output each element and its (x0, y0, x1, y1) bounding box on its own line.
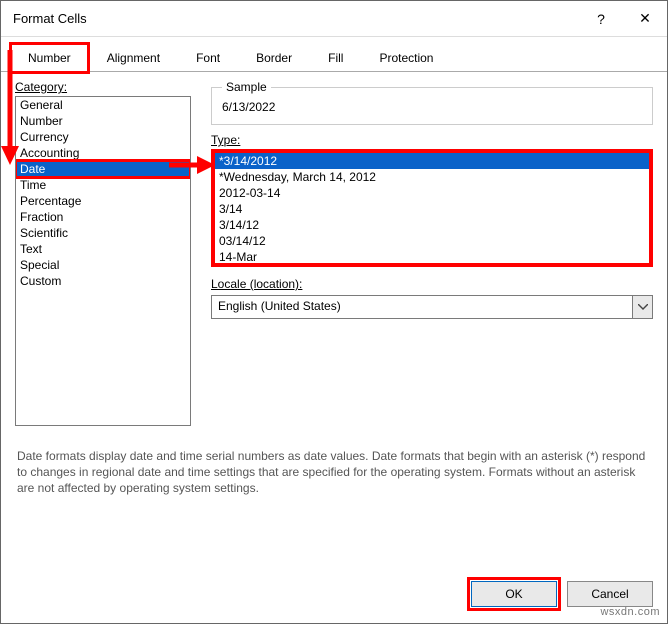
tab-protection[interactable]: Protection (362, 44, 450, 72)
titlebar: Format Cells ? ✕ (1, 1, 667, 37)
category-item-number[interactable]: Number (16, 113, 190, 129)
type-item[interactable]: 14-Mar (215, 249, 649, 265)
category-item-general[interactable]: General (16, 97, 190, 113)
sample-value: 6/13/2022 (222, 100, 642, 114)
settings-panel: Sample 6/13/2022 Type: *3/14/2012 *Wedne… (211, 80, 653, 426)
category-item-custom[interactable]: Custom (16, 273, 190, 289)
format-description: Date formats display date and time seria… (15, 444, 653, 497)
category-item-accounting[interactable]: Accounting (16, 145, 190, 161)
category-item-percentage[interactable]: Percentage (16, 193, 190, 209)
sample-box: Sample 6/13/2022 (211, 80, 653, 125)
tab-number[interactable]: Number (11, 44, 88, 72)
chevron-down-icon[interactable] (632, 296, 652, 318)
type-item[interactable]: *3/14/2012 (215, 153, 649, 169)
help-icon: ? (597, 11, 605, 27)
tab-strip: Number Alignment Font Border Fill Protec… (1, 37, 667, 72)
category-item-time[interactable]: Time (16, 177, 190, 193)
ok-button[interactable]: OK (471, 581, 557, 607)
category-item-special[interactable]: Special (16, 257, 190, 273)
format-cells-dialog: Format Cells ? ✕ Number Alignment Font B… (0, 0, 668, 624)
help-button[interactable]: ? (579, 1, 623, 37)
tab-alignment[interactable]: Alignment (90, 44, 177, 72)
category-item-scientific[interactable]: Scientific (16, 225, 190, 241)
locale-label: Locale (location): (211, 277, 653, 291)
type-item[interactable]: 03/14/12 (215, 233, 649, 249)
category-item-date[interactable]: Date (16, 161, 190, 177)
tab-border[interactable]: Border (239, 44, 309, 72)
tab-fill[interactable]: Fill (311, 44, 360, 72)
category-listbox[interactable]: General Number Currency Accounting Date … (15, 96, 191, 426)
type-listbox[interactable]: *3/14/2012 *Wednesday, March 14, 2012 20… (211, 149, 653, 267)
close-button[interactable]: ✕ (623, 1, 667, 37)
category-item-currency[interactable]: Currency (16, 129, 190, 145)
type-item[interactable]: 3/14 (215, 201, 649, 217)
tab-font[interactable]: Font (179, 44, 237, 72)
cancel-button[interactable]: Cancel (567, 581, 653, 607)
tab-content: Category: General Number Currency Accoun… (1, 72, 667, 623)
dialog-title: Format Cells (13, 11, 579, 26)
dialog-footer: OK Cancel (1, 569, 667, 623)
type-item[interactable]: *Wednesday, March 14, 2012 (215, 169, 649, 185)
sample-legend: Sample (222, 80, 271, 94)
category-label: Category: (15, 80, 191, 94)
type-item[interactable]: 2012-03-14 (215, 185, 649, 201)
category-item-fraction[interactable]: Fraction (16, 209, 190, 225)
category-item-text[interactable]: Text (16, 241, 190, 257)
close-icon: ✕ (639, 10, 651, 27)
locale-dropdown[interactable]: English (United States) (211, 295, 653, 319)
watermark: wsxdn.com (600, 606, 660, 618)
type-label: Type: (211, 133, 653, 147)
type-item[interactable]: 3/14/12 (215, 217, 649, 233)
locale-value: English (United States) (212, 296, 632, 318)
category-panel: Category: General Number Currency Accoun… (15, 80, 191, 426)
